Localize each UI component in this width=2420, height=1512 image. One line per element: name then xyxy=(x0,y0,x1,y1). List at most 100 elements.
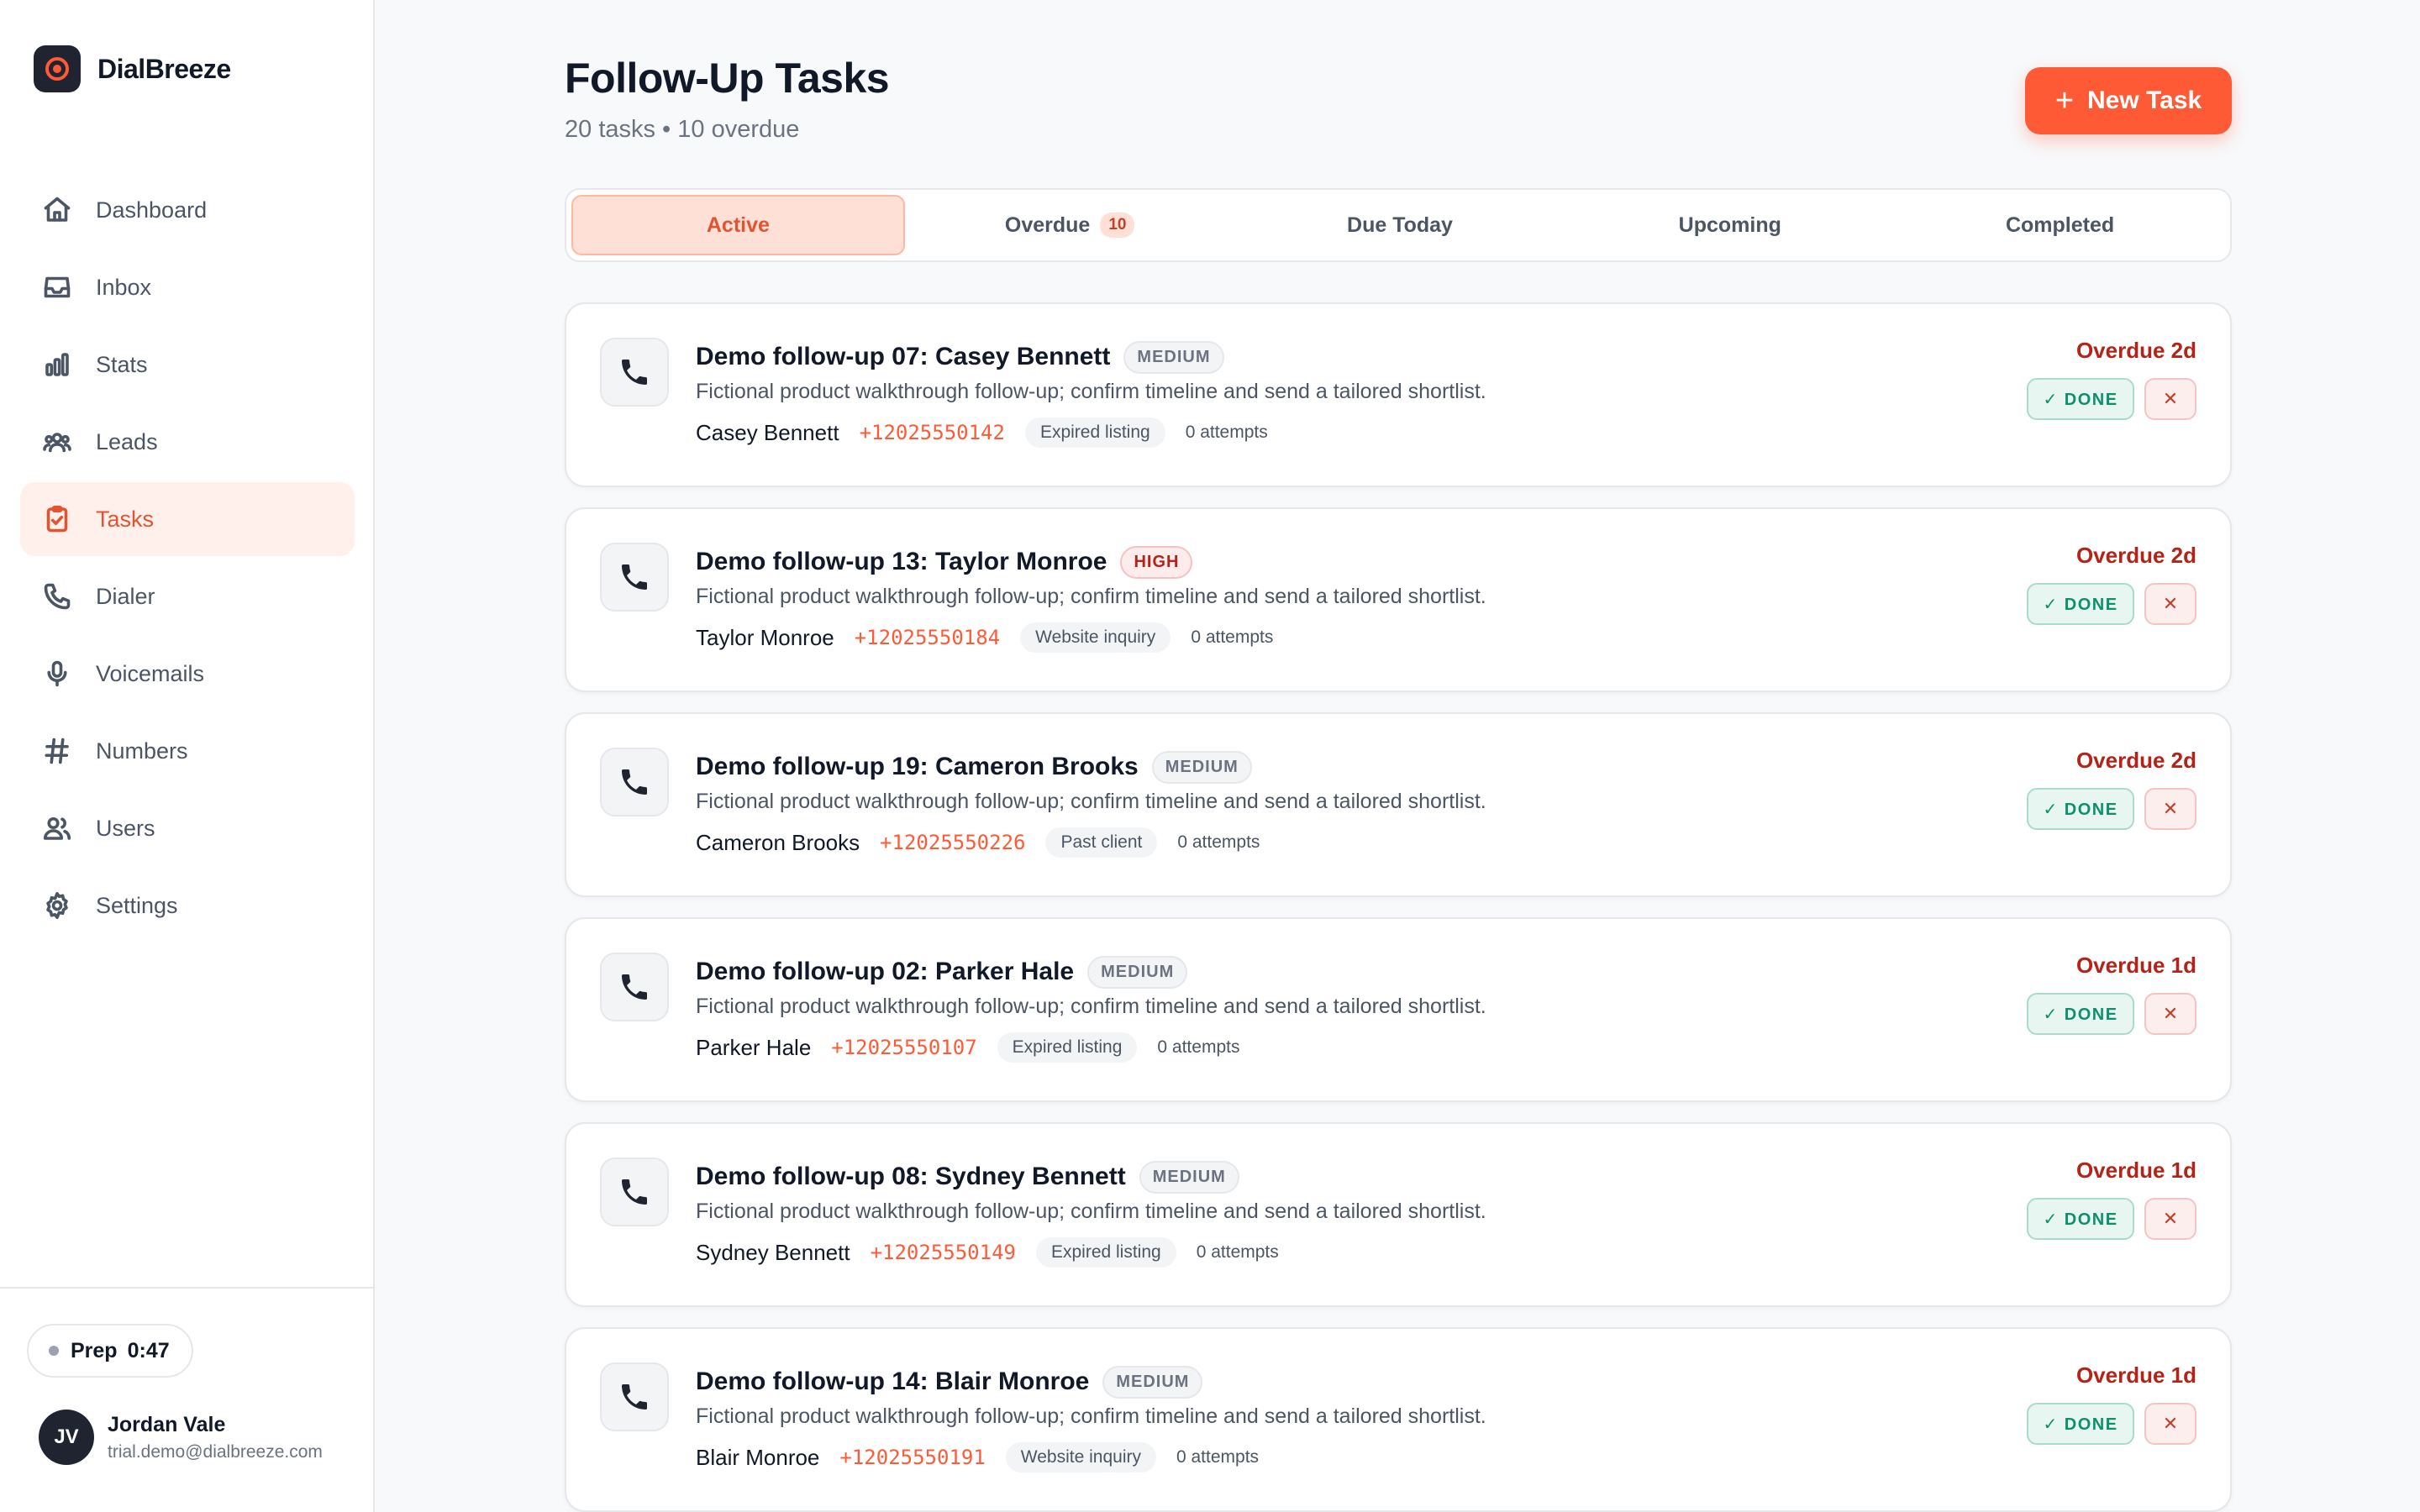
due-status: Overdue 1d xyxy=(2075,1362,2196,1388)
dismiss-button[interactable]: ✕ xyxy=(2144,378,2196,420)
contact-phone[interactable]: +12025550107 xyxy=(831,1036,976,1059)
dismiss-button[interactable]: ✕ xyxy=(2144,788,2196,830)
task-list: Demo follow-up 07: Casey Bennett MEDIUM … xyxy=(565,302,2232,1512)
done-button[interactable]: ✓ DONE xyxy=(2027,1403,2134,1445)
contact-name[interactable]: Cameron Brooks xyxy=(696,830,860,856)
contact-phone[interactable]: +12025550191 xyxy=(839,1446,985,1469)
sidebar-item-label: Stats xyxy=(96,351,148,377)
tab-active[interactable]: Active xyxy=(571,195,905,255)
phone-icon xyxy=(600,748,669,816)
contact-phone[interactable]: +12025550184 xyxy=(855,626,1000,649)
task-description: Fictional product walkthrough follow-up;… xyxy=(696,790,1486,813)
tab-completed[interactable]: Completed xyxy=(1895,195,2225,255)
task-card[interactable]: Demo follow-up 13: Taylor Monroe HIGH Fi… xyxy=(565,507,2232,692)
task-description: Fictional product walkthrough follow-up;… xyxy=(696,1200,1486,1223)
brand[interactable]: DialBreeze xyxy=(34,45,231,92)
lead-source-tag: Expired listing xyxy=(997,1032,1138,1063)
tab-label: Active xyxy=(706,213,770,237)
sidebar-item-numbers[interactable]: Numbers xyxy=(20,714,355,788)
phone-icon xyxy=(600,338,669,407)
tab-upcoming[interactable]: Upcoming xyxy=(1565,195,1895,255)
page-title: Follow-Up Tasks xyxy=(565,55,890,102)
brand-logo-icon xyxy=(34,45,81,92)
done-button[interactable]: ✓ DONE xyxy=(2027,993,2134,1035)
dismiss-button[interactable]: ✕ xyxy=(2144,1403,2196,1445)
sidebar-item-label: Dashboard xyxy=(96,197,208,223)
sidebar-divider xyxy=(0,1287,375,1289)
sidebar-item-label: Tasks xyxy=(96,506,155,532)
task-card[interactable]: Demo follow-up 19: Cameron Brooks MEDIUM… xyxy=(565,712,2232,897)
hash-icon xyxy=(40,734,74,768)
task-description: Fictional product walkthrough follow-up;… xyxy=(696,995,1486,1018)
sidebar: DialBreeze Dashboard Inbox Stats Leads T… xyxy=(0,0,375,1512)
user-profile[interactable]: JV Jordan Vale trial.demo@dialbreeze.com xyxy=(39,1410,323,1465)
sidebar-item-tasks[interactable]: Tasks xyxy=(20,482,355,556)
contact-name[interactable]: Blair Monroe xyxy=(696,1445,819,1471)
tab-due-today[interactable]: Due Today xyxy=(1235,195,1565,255)
done-button[interactable]: ✓ DONE xyxy=(2027,1198,2134,1240)
sidebar-item-settings[interactable]: Settings xyxy=(20,869,355,942)
page-subtitle: 20 tasks • 10 overdue xyxy=(565,116,800,143)
sidebar-item-label: Settings xyxy=(96,892,178,918)
lead-source-tag: Past client xyxy=(1045,827,1158,858)
contact-name[interactable]: Taylor Monroe xyxy=(696,625,834,651)
done-button[interactable]: ✓ DONE xyxy=(2027,583,2134,625)
sidebar-item-dashboard[interactable]: Dashboard xyxy=(20,173,355,247)
people-group-icon xyxy=(40,425,74,459)
tab-label: Due Today xyxy=(1347,213,1453,237)
due-status: Overdue 1d xyxy=(2075,1158,2196,1183)
lead-source-tag: Expired listing xyxy=(1035,1237,1176,1268)
brand-name: DialBreeze xyxy=(97,53,231,84)
sidebar-item-leads[interactable]: Leads xyxy=(20,405,355,479)
task-card[interactable]: Demo follow-up 07: Casey Bennett MEDIUM … xyxy=(565,302,2232,487)
phone-icon xyxy=(600,953,669,1021)
prep-timer[interactable]: Prep 0:47 xyxy=(27,1324,193,1378)
phone-icon xyxy=(600,1158,669,1226)
new-task-label: New Task xyxy=(2087,87,2202,114)
plus-icon: + xyxy=(2054,83,2075,118)
tab-label: Upcoming xyxy=(1678,213,1781,237)
contact-phone[interactable]: +12025550149 xyxy=(871,1241,1016,1264)
attempts-count: 0 attempts xyxy=(1157,1037,1240,1057)
attempts-count: 0 attempts xyxy=(1177,832,1260,852)
priority-badge: MEDIUM xyxy=(1123,340,1224,374)
contact-name[interactable]: Casey Bennett xyxy=(696,420,839,446)
dismiss-button[interactable]: ✕ xyxy=(2144,1198,2196,1240)
sidebar-item-inbox[interactable]: Inbox xyxy=(20,250,355,324)
microphone-icon xyxy=(40,657,74,690)
due-status: Overdue 2d xyxy=(2075,543,2196,568)
contact-phone[interactable]: +12025550226 xyxy=(880,831,1025,854)
contact-name[interactable]: Sydney Bennett xyxy=(696,1240,850,1266)
dismiss-button[interactable]: ✕ xyxy=(2144,993,2196,1035)
contact-phone[interactable]: +12025550142 xyxy=(860,421,1005,444)
task-description: Fictional product walkthrough follow-up;… xyxy=(696,585,1486,608)
contact-name[interactable]: Parker Hale xyxy=(696,1035,811,1061)
avatar: JV xyxy=(39,1410,94,1465)
attempts-count: 0 attempts xyxy=(1191,627,1274,647)
dismiss-button[interactable]: ✕ xyxy=(2144,583,2196,625)
task-card[interactable]: Demo follow-up 14: Blair Monroe MEDIUM F… xyxy=(565,1327,2232,1512)
new-task-button[interactable]: + New Task xyxy=(2025,67,2232,134)
clipboard-icon xyxy=(40,502,74,536)
sidebar-item-dialer[interactable]: Dialer xyxy=(20,559,355,633)
sidebar-item-label: Leads xyxy=(96,428,158,454)
sidebar-item-users[interactable]: Users xyxy=(20,791,355,865)
due-status: Overdue 2d xyxy=(2075,748,2196,773)
attempts-count: 0 attempts xyxy=(1185,423,1268,442)
home-icon xyxy=(40,193,74,227)
lead-source-tag: Website inquiry xyxy=(1005,1442,1156,1473)
sidebar-nav: Dashboard Inbox Stats Leads Tasks Dialer… xyxy=(20,173,355,946)
done-button[interactable]: ✓ DONE xyxy=(2027,378,2134,420)
sidebar-item-voicemails[interactable]: Voicemails xyxy=(20,637,355,711)
status-dot-icon xyxy=(49,1346,59,1356)
attempts-count: 0 attempts xyxy=(1176,1447,1260,1467)
inbox-icon xyxy=(40,270,74,304)
task-filter-tabs: Active Overdue 10 Due Today Upcoming Com… xyxy=(565,188,2232,262)
prep-time: 0:47 xyxy=(127,1338,170,1362)
task-card[interactable]: Demo follow-up 02: Parker Hale MEDIUM Fi… xyxy=(565,917,2232,1102)
task-card[interactable]: Demo follow-up 08: Sydney Bennett MEDIUM… xyxy=(565,1122,2232,1307)
due-status: Overdue 2d xyxy=(2075,338,2196,363)
sidebar-item-stats[interactable]: Stats xyxy=(20,328,355,402)
done-button[interactable]: ✓ DONE xyxy=(2027,788,2134,830)
tab-overdue[interactable]: Overdue 10 xyxy=(905,195,1235,255)
